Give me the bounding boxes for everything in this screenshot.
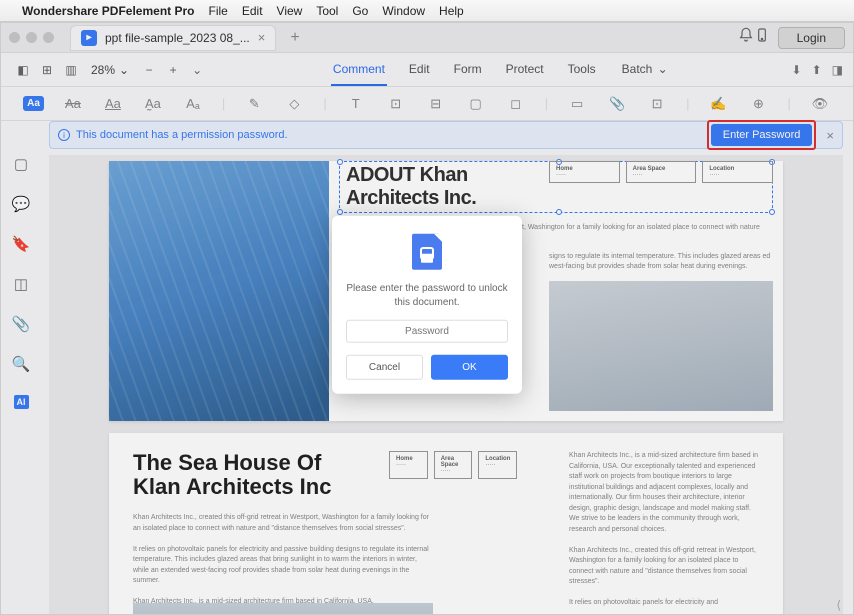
body-text: Khan Architects Inc., created this off-g…	[133, 513, 433, 608]
document-tab[interactable]: ▸ ppt file-sample_2023 08_... ×	[70, 25, 276, 51]
app-name[interactable]: Wondershare PDFelement Pro	[22, 4, 195, 18]
comment-toolbar: Aa Aa Aa A̰a Aₐ | ✎ ◇ | T ⊡ ⊟ ▢ ◻ | ▭ 📎 …	[1, 87, 853, 121]
scroll-corner-icon[interactable]: ⟨	[836, 598, 841, 612]
caret-icon[interactable]: Aₐ	[182, 93, 204, 115]
ok-button[interactable]: OK	[431, 354, 508, 379]
search-icon[interactable]: 🔍	[12, 355, 31, 373]
attachment-icon[interactable]: 📎	[606, 93, 628, 115]
stamp2-icon[interactable]: ⊕	[747, 93, 769, 115]
info-box: Home·····	[549, 161, 620, 183]
menu-tool[interactable]: Tool	[316, 4, 338, 18]
bell-icon[interactable]	[738, 27, 754, 48]
maximize-window-icon[interactable]	[43, 32, 54, 43]
tab-comment[interactable]: Comment	[331, 54, 387, 86]
strikethrough-icon[interactable]: Aa	[62, 93, 84, 115]
pencil-icon[interactable]: ✎	[243, 93, 265, 115]
password-input[interactable]	[346, 319, 508, 342]
comment-panel-icon[interactable]: 💬	[12, 195, 31, 213]
info-box: Home·····	[389, 451, 428, 479]
tab-edit[interactable]: Edit	[407, 54, 432, 86]
tab-batch[interactable]: Batch ⌄	[618, 54, 670, 86]
tab-title: ppt file-sample_2023 08_...	[105, 31, 250, 45]
tab-form[interactable]: Form	[452, 54, 484, 86]
info-box: Area Space·····	[626, 161, 697, 183]
tab-tools[interactable]: Tools	[566, 54, 598, 86]
menu-view[interactable]: View	[277, 4, 303, 18]
thumbnails-icon[interactable]: ⊞	[37, 60, 57, 80]
notification-text: This document has a permission password.	[76, 129, 288, 141]
menu-go[interactable]: Go	[352, 4, 368, 18]
sidebar-toggle-icon[interactable]: ◧	[13, 60, 33, 80]
password-dialog: Please enter the password to unlock this…	[332, 215, 522, 393]
callout-icon[interactable]: ⊟	[425, 93, 447, 115]
macos-menubar: Wondershare PDFelement Pro File Edit Vie…	[0, 0, 854, 22]
body-text-right: Khan Architects Inc., is a mid-sized arc…	[569, 451, 763, 609]
cancel-button[interactable]: Cancel	[346, 354, 423, 379]
signature-icon[interactable]: ✍	[707, 93, 729, 115]
building-image-2	[549, 281, 773, 411]
highlight-tool-icon[interactable]: Aa	[23, 96, 44, 111]
squiggly-icon[interactable]: A̰a	[142, 93, 164, 115]
ai-icon[interactable]: AI	[14, 395, 29, 409]
window-controls	[9, 32, 54, 43]
phone-icon[interactable]	[754, 27, 770, 48]
close-tab-icon[interactable]: ×	[258, 30, 266, 45]
share-icon[interactable]: ⬆	[812, 63, 822, 77]
bookmark-icon[interactable]: 🔖	[12, 235, 31, 253]
hide-icon[interactable]: 👁	[809, 93, 831, 115]
enter-password-button[interactable]: Enter Password	[711, 124, 813, 146]
building-image-3	[133, 603, 433, 614]
new-tab-button[interactable]: +	[290, 29, 299, 47]
thumbnail-icon[interactable]: ▢	[14, 155, 28, 173]
zoom-out-icon[interactable]: −	[139, 60, 159, 80]
tab-bar: ▸ ppt file-sample_2023 08_... × + Login	[1, 23, 853, 53]
page-2: The Sea House OfKlan Architects Inc Home…	[109, 433, 783, 614]
attachment-panel-icon[interactable]: 📎	[12, 315, 31, 333]
menu-file[interactable]: File	[209, 4, 228, 18]
building-image	[109, 161, 329, 421]
menu-help[interactable]: Help	[439, 4, 464, 18]
pdf-app-icon: ▸	[81, 30, 97, 46]
main-toolbar: ◧ ⊞ ▥ 28%⌄ − + ⌄ Comment Edit Form Prote…	[1, 53, 853, 87]
cloud-download-icon[interactable]: ⬇	[792, 63, 802, 77]
measure-icon[interactable]: ⊡	[646, 93, 668, 115]
login-button[interactable]: Login	[778, 27, 845, 49]
layers-icon[interactable]: ◫	[14, 275, 28, 293]
permission-notification: i This document has a permission passwor…	[49, 121, 843, 149]
info-box: Location·····	[702, 161, 773, 183]
dialog-message: Please enter the password to unlock this…	[346, 281, 508, 309]
app-window: ▸ ppt file-sample_2023 08_... × + Login …	[0, 22, 854, 615]
close-window-icon[interactable]	[9, 32, 20, 43]
close-notification-icon[interactable]: ×	[826, 128, 834, 143]
zoom-menu-icon[interactable]: ⌄	[187, 60, 207, 80]
menu-edit[interactable]: Edit	[242, 4, 263, 18]
stamp-icon[interactable]: ▭	[566, 93, 588, 115]
tab-protect[interactable]: Protect	[504, 54, 546, 86]
underline-icon[interactable]: Aa	[102, 93, 124, 115]
pages-icon[interactable]: ▥	[61, 60, 81, 80]
zoom-control[interactable]: 28%⌄	[91, 63, 129, 77]
info-box: Location·····	[478, 451, 517, 479]
info-icon: i	[58, 129, 70, 141]
note-icon[interactable]: ▢	[465, 93, 487, 115]
menu-window[interactable]: Window	[382, 4, 425, 18]
minimize-window-icon[interactable]	[26, 32, 37, 43]
chevron-down-icon: ⌄	[119, 63, 129, 77]
textbox-icon[interactable]: ⊡	[385, 93, 407, 115]
left-sidebar: ▢ 💬 🔖 ◫ 📎 🔍 AI	[1, 121, 41, 614]
panel-icon[interactable]: ◨	[832, 63, 843, 77]
highlight-callout: Enter Password	[707, 120, 817, 150]
lock-document-icon	[412, 233, 442, 269]
info-box: Area Space·····	[434, 451, 473, 479]
shapes-icon[interactable]: ◻	[505, 93, 527, 115]
zoom-in-icon[interactable]: +	[163, 60, 183, 80]
eraser-icon[interactable]: ◇	[283, 93, 305, 115]
text-tool-icon[interactable]: T	[345, 93, 367, 115]
